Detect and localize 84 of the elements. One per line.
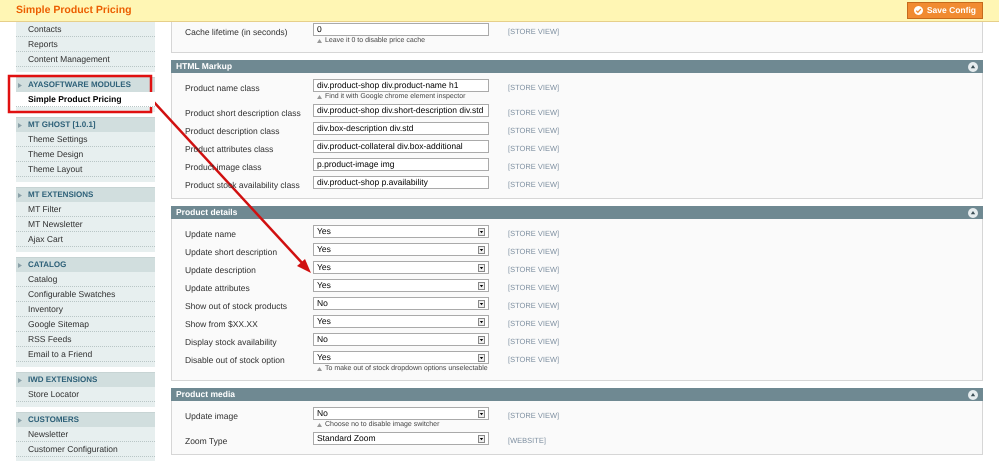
input-field[interactable]: 0 xyxy=(313,23,489,36)
sidebar-item[interactable]: MT Filter xyxy=(16,202,155,217)
triangle-icon xyxy=(317,95,322,99)
sidebar-item[interactable]: Store Locator xyxy=(16,387,155,402)
sidebar-item[interactable]: Content Management xyxy=(16,52,155,67)
input-field[interactable]: div.box-description div.std xyxy=(313,122,489,135)
field-label: Update description xyxy=(185,264,257,277)
sidebar-item[interactable]: Customer Configuration xyxy=(16,442,155,457)
dropdown-arrow-icon xyxy=(478,246,485,254)
sidebar-item[interactable]: Contacts xyxy=(16,22,155,37)
field-label: Zoom Type xyxy=(185,435,228,448)
triangle-icon xyxy=(317,39,322,43)
field-label: Product short description class xyxy=(185,107,302,120)
select-field[interactable]: Yes xyxy=(313,315,489,328)
field-label: Show out of stock products xyxy=(185,300,288,313)
field-label: Display stock availability xyxy=(185,336,278,349)
field-label: Disable out of stock option xyxy=(185,354,286,367)
input-field[interactable]: div.product-shop p.availability xyxy=(313,176,489,189)
sidebar-item[interactable]: Inventory xyxy=(16,302,155,317)
field-label: Product description class xyxy=(185,125,280,138)
page-title: Simple Product Pricing xyxy=(16,2,132,18)
sidebar-item[interactable]: Theme Layout xyxy=(16,162,155,177)
dropdown-arrow-icon xyxy=(478,264,485,272)
select-field[interactable]: No xyxy=(313,297,489,310)
triangle-icon xyxy=(317,367,322,371)
sidebar-item[interactable]: Theme Design xyxy=(16,147,155,162)
sidebar-item[interactable]: Ajax Cart xyxy=(16,232,155,247)
sidebar-group-header[interactable]: MT GHOST [1.0.1] xyxy=(16,118,155,132)
field-label: Update image xyxy=(185,410,239,423)
sidebar-group-header[interactable]: CATALOG xyxy=(16,258,155,272)
sidebar-group-header[interactable]: IWD EXTENSIONS xyxy=(16,373,155,387)
field-label: Update attributes xyxy=(185,282,251,295)
section-header[interactable]: HTML Markup xyxy=(171,60,983,73)
sidebar-item[interactable]: Catalog xyxy=(16,272,155,287)
sidebar-item[interactable]: Reports xyxy=(16,37,155,52)
check-circle-icon xyxy=(914,6,923,15)
sidebar-group-header[interactable]: MT EXTENSIONS xyxy=(16,188,155,202)
field-label: Update name xyxy=(185,228,238,241)
sidebar-item[interactable]: RSS Feeds xyxy=(16,332,155,347)
select-field[interactable]: Yes xyxy=(313,351,489,364)
dropdown-arrow-icon xyxy=(478,318,485,326)
input-field[interactable]: div.product-collateral div.box-additional xyxy=(313,140,489,153)
sidebar-item[interactable]: Newsletter xyxy=(16,427,155,442)
select-field[interactable]: Yes xyxy=(313,279,489,292)
dropdown-arrow-icon xyxy=(478,354,485,362)
sidebar-item[interactable]: Simple Product Pricing xyxy=(16,92,155,107)
select-field[interactable]: No xyxy=(313,333,489,346)
sidebar-item[interactable]: Theme Settings xyxy=(16,132,155,147)
collapse-icon[interactable] xyxy=(968,62,978,72)
section-header[interactable]: Product media xyxy=(171,388,983,401)
dropdown-arrow-icon xyxy=(478,410,485,418)
select-field[interactable]: Yes xyxy=(313,261,489,274)
select-field[interactable]: Standard Zoom xyxy=(313,432,489,445)
collapse-icon[interactable] xyxy=(968,208,978,218)
triangle-icon xyxy=(317,423,322,427)
dropdown-arrow-icon xyxy=(478,228,485,236)
dropdown-arrow-icon xyxy=(478,336,485,344)
sidebar-group-header[interactable]: AYASOFTWARE MODULES xyxy=(16,78,155,92)
section-header[interactable]: Product details xyxy=(171,206,983,219)
dropdown-arrow-icon xyxy=(478,300,485,308)
field-label: Cache lifetime (in seconds) xyxy=(185,26,289,39)
sidebar-item[interactable]: Email to a Friend xyxy=(16,347,155,362)
sidebar-item[interactable]: MT Newsletter xyxy=(16,217,155,232)
field-label: Show from $XX.XX xyxy=(185,318,259,331)
triangle-icon xyxy=(18,418,22,422)
triangle-icon xyxy=(18,192,22,198)
triangle-icon xyxy=(18,122,22,128)
collapse-icon[interactable] xyxy=(968,390,978,400)
dropdown-arrow-icon xyxy=(478,282,485,290)
select-field[interactable]: Yes xyxy=(313,243,489,256)
select-field[interactable]: No xyxy=(313,407,489,420)
select-field[interactable]: Yes xyxy=(313,225,489,238)
input-field[interactable]: div.product-shop div.short-description div.std xyxy=(313,104,489,117)
field-label: Product name class xyxy=(185,82,261,95)
dropdown-arrow-icon xyxy=(478,434,485,442)
sidebar-group-header[interactable]: CUSTOMERS xyxy=(16,413,155,427)
triangle-icon xyxy=(18,378,22,382)
sidebar-item[interactable]: Configurable Swatches xyxy=(16,287,155,302)
sidebar-item[interactable]: Google Sitemap xyxy=(16,317,155,332)
triangle-icon xyxy=(18,82,22,88)
input-field[interactable]: div.product-shop div.product-name h1 xyxy=(313,79,489,92)
triangle-icon xyxy=(18,262,22,268)
field-label: Update short description xyxy=(185,246,278,259)
input-field[interactable]: p.product-image img xyxy=(313,158,489,171)
